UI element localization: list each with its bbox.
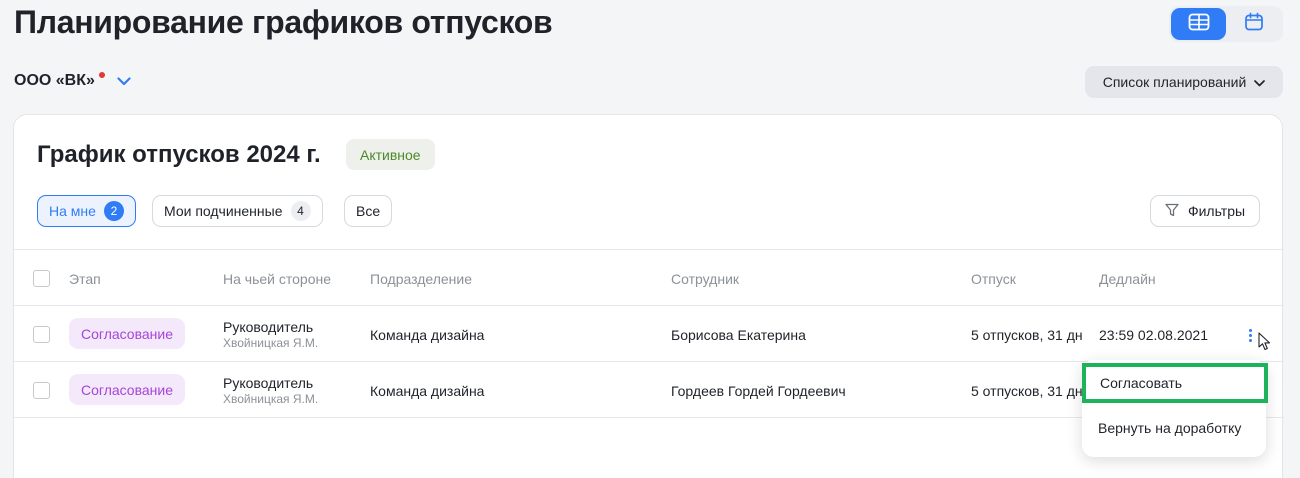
side-cell: Руководитель Хвойницкая Я.М.	[223, 375, 318, 406]
calendar-icon	[1244, 12, 1264, 37]
side-role: Руководитель	[223, 319, 314, 335]
schedule-title: График отпусков 2024 г.	[37, 141, 321, 168]
org-name: ООО «ВК»	[14, 72, 95, 89]
chip-label: На мне	[49, 203, 96, 219]
notification-dot	[98, 72, 105, 78]
side-person: Хвойницкая Я.М.	[223, 392, 319, 406]
department-cell: Команда дизайна	[370, 383, 485, 399]
column-header-stage[interactable]: Этап	[69, 271, 101, 287]
more-actions-icon[interactable]	[1249, 329, 1252, 342]
stage-badge: Согласование	[69, 318, 185, 349]
filter-icon	[1165, 203, 1179, 220]
stage-badge: Согласование	[69, 374, 185, 405]
chevron-down-icon[interactable]	[117, 76, 131, 86]
page-title: Планирование графиков отпусков	[14, 4, 553, 40]
chip-count: 4	[290, 201, 311, 221]
side-person: Хвойницкая Я.М.	[223, 336, 319, 350]
org-selector[interactable]: ООО «ВК»	[14, 72, 131, 90]
department-cell: Команда дизайна	[370, 327, 485, 343]
column-header-department[interactable]: Подразделение	[370, 271, 472, 287]
side-cell: Руководитель Хвойницкая Я.М.	[223, 319, 318, 350]
menu-item-approve[interactable]: Согласовать	[1082, 363, 1268, 403]
plans-list-label: Список планирований	[1102, 74, 1247, 90]
status-badge: Активное	[346, 139, 435, 170]
vacation-cell: 5 отпусков, 31 дн	[971, 327, 1083, 343]
column-header-deadline[interactable]: Дедлайн	[1099, 271, 1156, 287]
row-checkbox[interactable]	[33, 326, 50, 343]
employee-cell: Борисова Екатерина	[671, 327, 806, 343]
menu-item-return[interactable]: Вернуть на доработку	[1082, 410, 1266, 446]
chip-label: Мои подчиненные	[164, 203, 283, 219]
deadline-cell: 23:59 02.08.2021	[1099, 327, 1208, 343]
chip-label: Все	[356, 203, 381, 219]
view-toggle	[1169, 6, 1283, 42]
chip-on-me[interactable]: На мне 2	[37, 195, 136, 227]
row-checkbox[interactable]	[33, 382, 50, 399]
side-role: Руководитель	[223, 375, 314, 391]
divider	[14, 249, 1284, 250]
plans-list-button[interactable]: Список планирований	[1085, 66, 1283, 98]
filters-button[interactable]: Фильтры	[1150, 195, 1260, 227]
select-all-checkbox[interactable]	[33, 270, 50, 287]
row-context-menu: Согласовать Вернуть на доработку	[1082, 360, 1268, 457]
employee-cell: Гордеев Гордей Гордеевич	[671, 383, 846, 399]
column-header-employee[interactable]: Сотрудник	[671, 271, 739, 287]
calendar-view-button[interactable]	[1226, 8, 1281, 40]
divider	[14, 305, 1284, 306]
filters-label: Фильтры	[1187, 203, 1246, 219]
column-header-side[interactable]: На чьей стороне	[223, 271, 331, 287]
column-header-vacation[interactable]: Отпуск	[971, 271, 1016, 287]
mouse-cursor-icon	[1258, 332, 1272, 357]
table-view-button[interactable]	[1171, 8, 1226, 40]
table-icon	[1188, 13, 1210, 36]
chip-subordinates[interactable]: Мои подчиненные 4	[152, 195, 323, 227]
chip-all[interactable]: Все	[344, 195, 393, 227]
chip-count: 2	[103, 201, 124, 221]
vacation-cell: 5 отпусков, 31 дн	[971, 383, 1083, 399]
chevron-down-icon	[1254, 74, 1266, 90]
